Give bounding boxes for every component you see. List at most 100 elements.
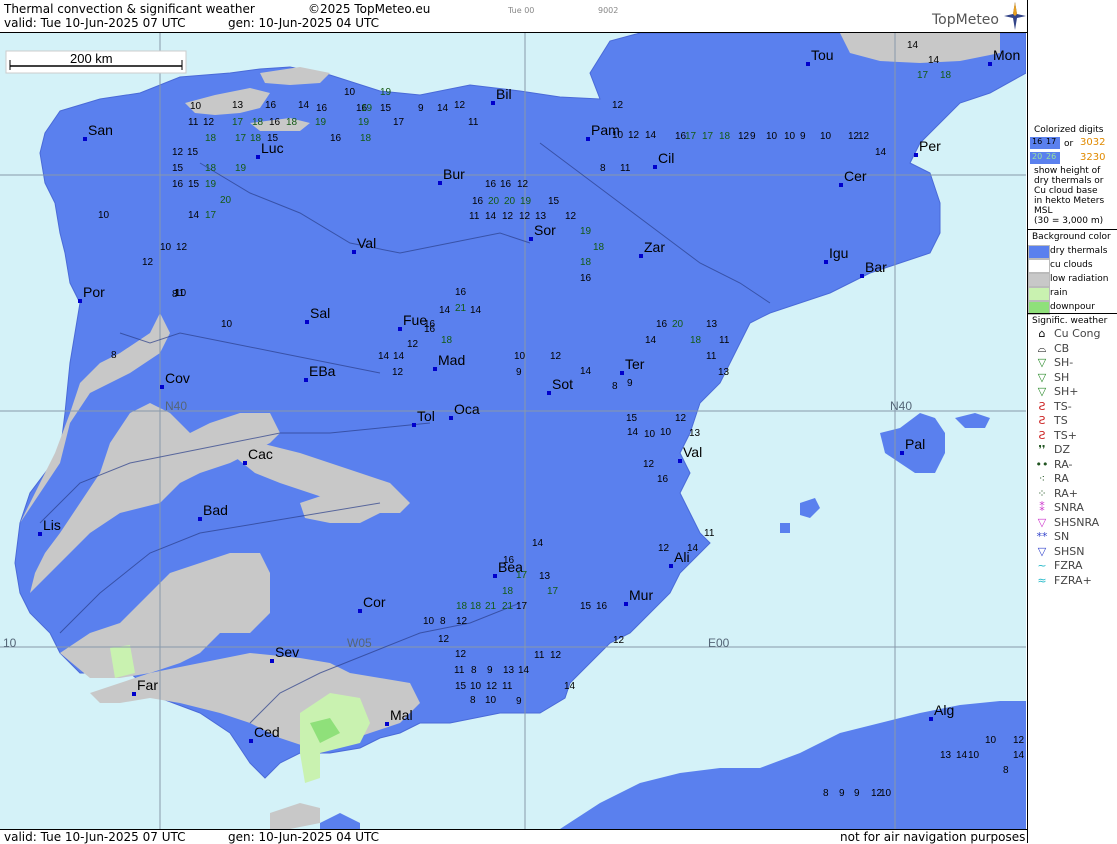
disclaimer: not for air navigation purposes: [840, 830, 1026, 844]
thermal-height-digit: 9: [418, 103, 424, 114]
compass-star-icon: [1004, 2, 1026, 30]
grid-label-n40-right: N40: [890, 399, 912, 413]
thermal-height-digit: 18: [360, 133, 372, 144]
thermal-height-digit: 10: [470, 681, 482, 692]
legend-wx-item: Ƨ TS: [1028, 414, 1117, 428]
city-label: Mur: [629, 587, 653, 603]
thermal-height-digit: 11: [706, 351, 717, 362]
thermal-height-digit: 11: [469, 211, 480, 222]
legend-wx-item: ▽ SH+: [1028, 385, 1117, 399]
thermal-height-digit: 14: [470, 305, 482, 316]
footer-valid: valid: Tue 10-Jun-2025 07 UTC: [4, 830, 186, 844]
city-dot: [824, 260, 828, 264]
thermal-height-digit: 14: [928, 55, 940, 66]
thermal-height-digit: 13: [689, 428, 701, 439]
legend-bg-item: cu clouds: [1028, 258, 1117, 273]
thermal-height-digit: 16: [172, 179, 184, 190]
thermal-height-digit: 16: [657, 474, 669, 485]
thermal-height-digit: 12: [454, 100, 466, 111]
thermal-height-digit: 16: [500, 179, 512, 190]
thermal-height-digit: 12: [550, 650, 562, 661]
thermal-height-digit: 20: [488, 196, 500, 207]
thermal-height-digit: 18: [690, 335, 702, 346]
thermal-height-digit: 12: [142, 257, 154, 268]
legend-wx-item: ** SN: [1028, 530, 1117, 544]
legend-label: rain: [1050, 288, 1068, 298]
legend-label: SH+: [1054, 385, 1079, 398]
city-label: Bil: [496, 86, 512, 102]
thermal-height-digit: 9: [750, 131, 756, 142]
weather-symbol-icon: ••: [1035, 457, 1049, 471]
legend-wx-item: ▽ SH: [1028, 371, 1117, 385]
thermal-height-digit: 18: [502, 586, 514, 597]
city-label: Val: [683, 444, 702, 460]
thermal-height-digit: 9: [627, 378, 633, 389]
thermal-height-digit: 14: [627, 427, 639, 438]
thermal-height-digit: 19: [520, 196, 532, 207]
city-label: Val: [357, 235, 376, 251]
city-dot: [385, 722, 389, 726]
thermal-height-digit: 12: [612, 100, 624, 111]
grid-label-e00: E00: [708, 636, 730, 650]
legend-swatch: [1028, 273, 1050, 287]
legend-wx-item: Ƨ TS+: [1028, 429, 1117, 443]
city-dot: [639, 254, 643, 258]
thermal-height-digit: 20: [672, 319, 684, 330]
legend-sample-b: 20 26: [1030, 152, 1060, 164]
legend-label: low radiation: [1050, 274, 1109, 284]
legend-wx-item: ⁘ RA+: [1028, 487, 1117, 501]
thermal-height-digit: 10: [968, 750, 980, 761]
city-dot: [914, 153, 918, 157]
thermal-height-digit: 14: [393, 351, 405, 362]
grid-label-w05: W05: [347, 636, 372, 650]
legend-label: TS-: [1054, 399, 1072, 413]
city-dot: [653, 165, 657, 169]
thermal-height-digit: 11: [534, 650, 545, 661]
weather-symbol-icon: ⁑: [1039, 501, 1045, 514]
thermal-height-digit: 18: [252, 117, 264, 128]
thermal-height-digit: 9: [800, 131, 806, 142]
thermal-height-digit: 12: [738, 131, 750, 142]
weather-map[interactable]: 200 km N40 N40 W05 E00 10 SanBilTou MonLu…: [0, 33, 1026, 829]
city-dot: [352, 250, 356, 254]
legend-wx-item: ▽ SHSN: [1028, 545, 1117, 559]
city-label: Cac: [248, 446, 273, 462]
thermal-height-digit: 14: [687, 543, 699, 554]
thermal-height-digit: 10: [190, 101, 202, 112]
thermal-height-digit: 12: [486, 681, 498, 692]
thermal-height-digit: 11: [468, 117, 479, 128]
thermal-height-digit: 12: [172, 147, 184, 158]
city-label: Ced: [254, 724, 280, 740]
thermal-height-digit: 14: [188, 210, 200, 221]
thermal-height-digit: 18: [441, 335, 453, 346]
thermal-height-digit: 10: [221, 319, 233, 330]
weather-symbol-icon: ~: [1037, 559, 1047, 572]
legend-wx-item: ⌓ CB: [1028, 342, 1117, 356]
thermal-height-digit: 17: [917, 70, 929, 81]
city-label: Sor: [534, 222, 556, 238]
thermal-height-digit: 8: [471, 665, 477, 676]
thermal-height-digit: 8: [600, 163, 606, 174]
city-dot: [620, 371, 624, 375]
weather-symbol-icon: ❜❜: [1038, 443, 1046, 456]
thermal-height-digit: 16: [503, 555, 515, 566]
thermal-height-digit: 21: [455, 303, 467, 314]
legend-wx-item: ≈ FZRA+: [1028, 574, 1117, 588]
thermal-height-digit: 10: [514, 351, 526, 362]
thermal-height-digit: 11: [704, 528, 715, 539]
city-label: Mon: [993, 47, 1020, 63]
thermal-height-digit: 9: [839, 788, 845, 799]
city-dot: [678, 459, 682, 463]
city-dot: [305, 320, 309, 324]
legend-label: SN: [1054, 530, 1070, 543]
thermal-height-digit: 12: [456, 616, 468, 627]
legend-label: SHSN: [1054, 544, 1085, 558]
legend-label: FZRA+: [1054, 573, 1092, 587]
weather-symbol-icon: ≈: [1037, 573, 1047, 587]
legend-label: RA+: [1054, 486, 1078, 500]
legend-label: SH: [1054, 370, 1070, 384]
legend-label: downpour: [1050, 302, 1095, 312]
thermal-height-digit: 15: [188, 179, 200, 190]
thermal-height-digit: 12: [858, 131, 870, 142]
legend-wx-item: ⌂ Cu Cong: [1028, 327, 1117, 341]
